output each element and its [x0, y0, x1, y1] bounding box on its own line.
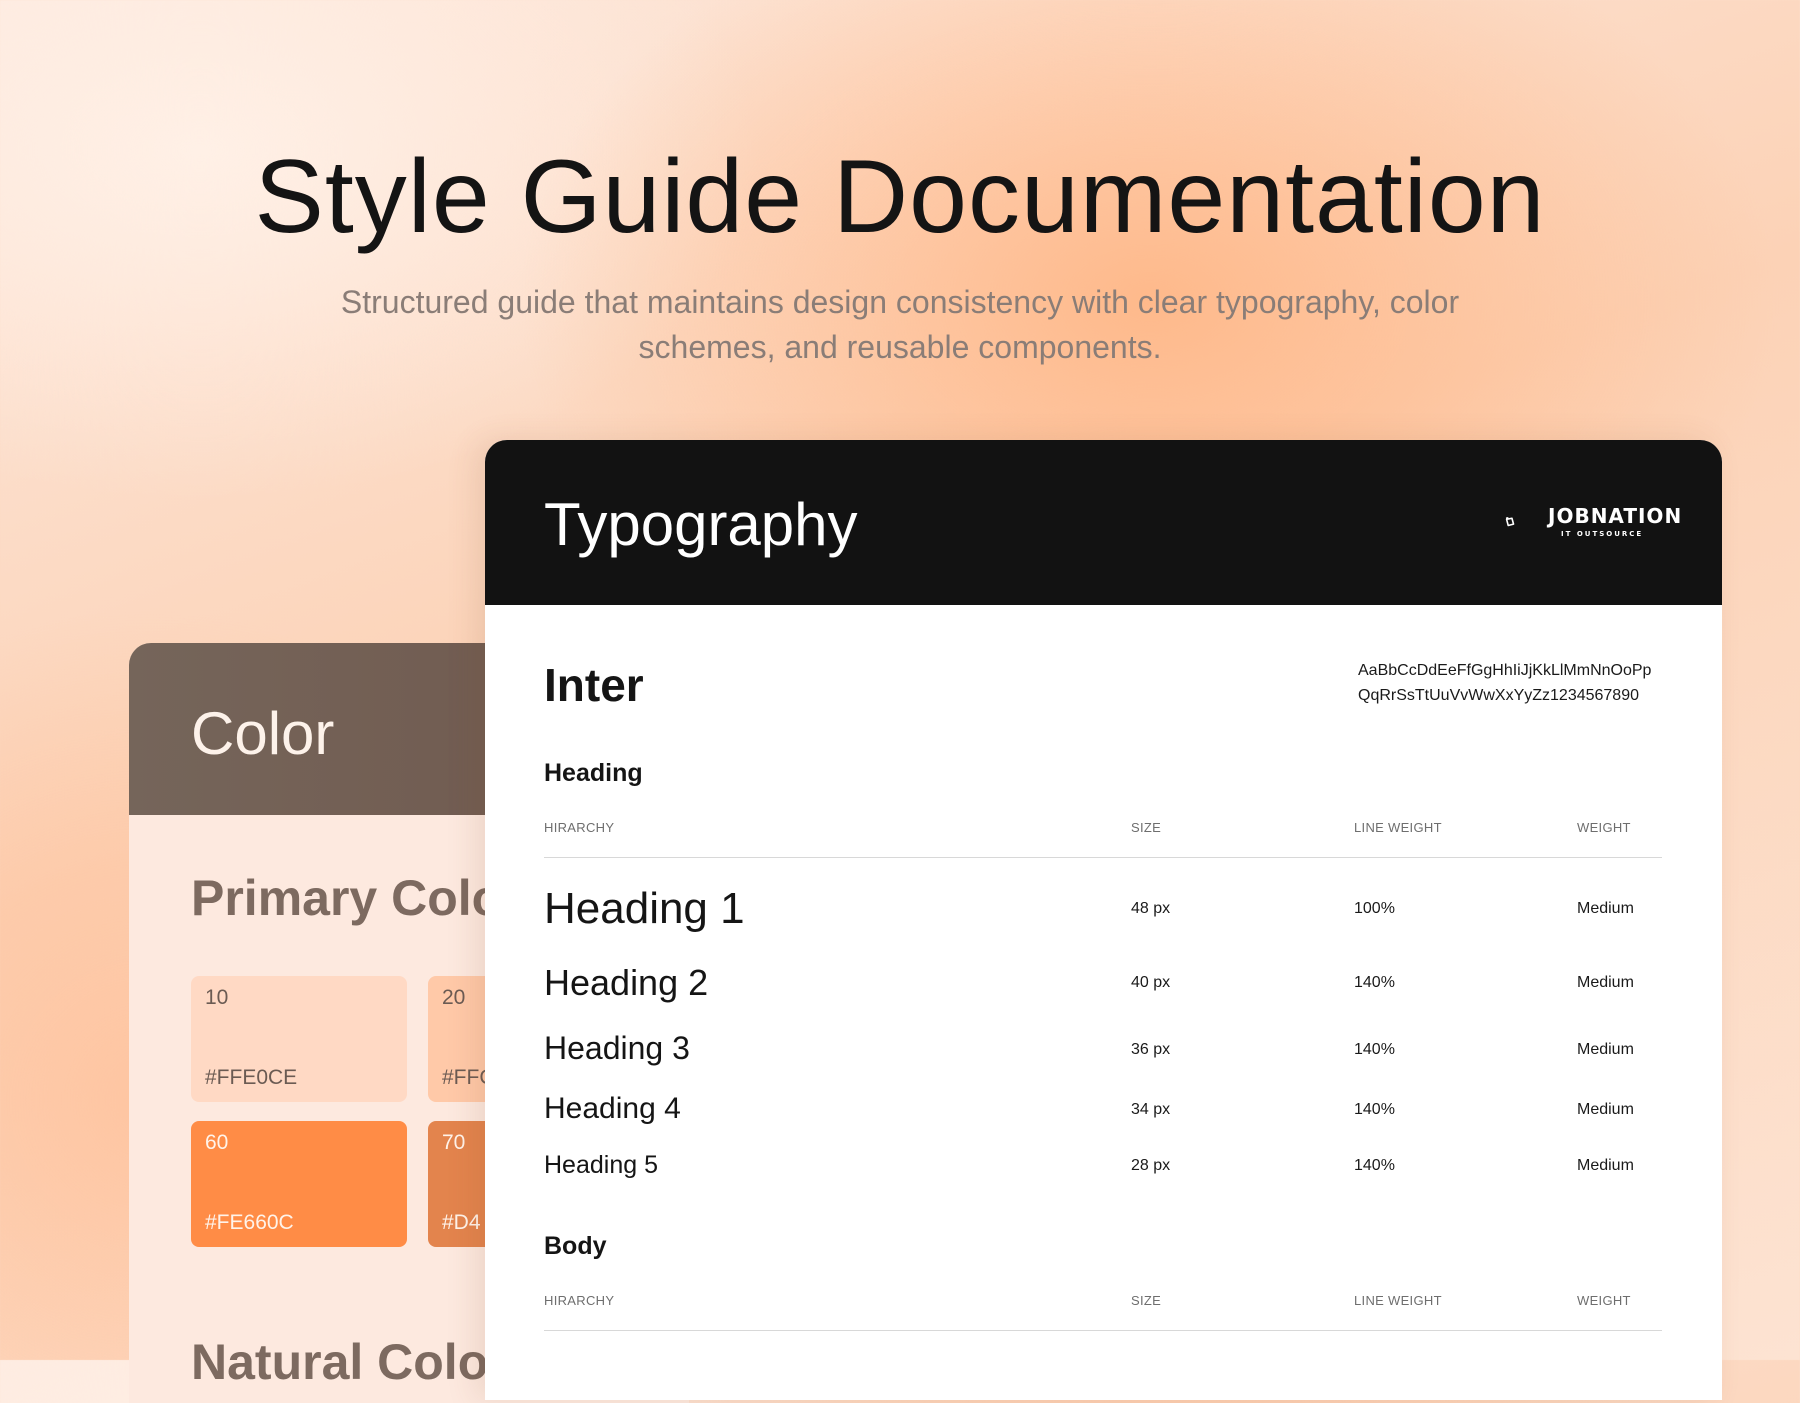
glyph-line: QqRrSsTtUuVvWwXxYyZz1234567890	[1358, 687, 1639, 704]
column-header-hierarchy: HIRARCHY	[544, 820, 615, 835]
swatch-number: 10	[205, 986, 229, 1009]
row-weight: Medium	[1577, 900, 1634, 917]
logo-wordmark: JOBNATION	[1548, 504, 1683, 528]
jobnation-logo-icon	[1505, 516, 1515, 527]
row-weight: Medium	[1577, 1041, 1634, 1058]
column-header-line-weight: LINE WEIGHT	[1354, 820, 1442, 835]
row-size: 36 px	[1131, 1041, 1171, 1058]
column-header-hierarchy: HIRARCHY	[544, 1293, 615, 1308]
page-title: Style Guide Documentation	[254, 139, 1546, 255]
column-header-size: SIZE	[1131, 1293, 1162, 1308]
glyph-sample: AaBbCcDdEeFfGgHhIiJjKkLlMmNnOoPp QqRrSsT…	[1358, 658, 1658, 708]
row-size: 28 px	[1131, 1157, 1171, 1174]
row-size: 48 px	[1131, 900, 1171, 917]
swatch-hex: #FE660C	[205, 1211, 294, 1234]
table-divider	[544, 1330, 1662, 1331]
row-line-weight: 140%	[1354, 974, 1395, 991]
swatch-number: 20	[442, 986, 466, 1009]
column-header-weight: WEIGHT	[1577, 820, 1631, 835]
table-divider	[544, 857, 1662, 858]
row-heading-sample: Heading 3	[544, 1030, 690, 1066]
row-weight: Medium	[1577, 974, 1634, 991]
body-section-label: Body	[544, 1232, 607, 1260]
primary-color-title: Primary Color	[191, 870, 522, 926]
row-heading-sample: Heading 1	[544, 884, 745, 933]
logo-tagline: IT OUTSOURCE	[1561, 530, 1644, 538]
typography-card: Typography JOBNATION IT OUTSOURCE Inter …	[485, 440, 1722, 1400]
color-swatch[interactable]: 10 #FFE0CE	[191, 976, 407, 1102]
row-heading-sample: Heading 5	[544, 1151, 658, 1179]
swatch-hex: #D4	[442, 1211, 481, 1234]
row-line-weight: 140%	[1354, 1101, 1395, 1118]
column-header-weight: WEIGHT	[1577, 1293, 1631, 1308]
swatch-number: 70	[442, 1131, 466, 1154]
font-name: Inter	[544, 659, 644, 711]
color-card-title: Color	[191, 700, 335, 767]
swatch-number: 60	[205, 1131, 229, 1154]
natural-color-title: Natural Color	[191, 1334, 508, 1390]
row-weight: Medium	[1577, 1157, 1634, 1174]
row-weight: Medium	[1577, 1101, 1634, 1118]
row-size: 34 px	[1131, 1101, 1171, 1118]
typography-card-header: Typography JOBNATION IT OUTSOURCE	[485, 440, 1722, 605]
row-heading-sample: Heading 2	[544, 962, 709, 1003]
column-header-line-weight: LINE WEIGHT	[1354, 1293, 1442, 1308]
row-line-weight: 140%	[1354, 1041, 1395, 1058]
row-size: 40 px	[1131, 974, 1171, 991]
heading-section-label: Heading	[544, 759, 643, 787]
color-swatch[interactable]: 60 #FE660C	[191, 1121, 407, 1247]
page-subtitle: Structured guide that maintains design c…	[340, 284, 1460, 365]
row-line-weight: 100%	[1354, 900, 1395, 917]
row-heading-sample: Heading 4	[544, 1092, 681, 1125]
typography-card-title: Typography	[544, 491, 858, 558]
glyph-line: AaBbCcDdEeFfGgHhIiJjKkLlMmNnOoPp	[1358, 662, 1652, 679]
column-header-size: SIZE	[1131, 820, 1162, 835]
swatch-hex: #FFE0CE	[205, 1066, 298, 1089]
row-line-weight: 140%	[1354, 1157, 1395, 1174]
